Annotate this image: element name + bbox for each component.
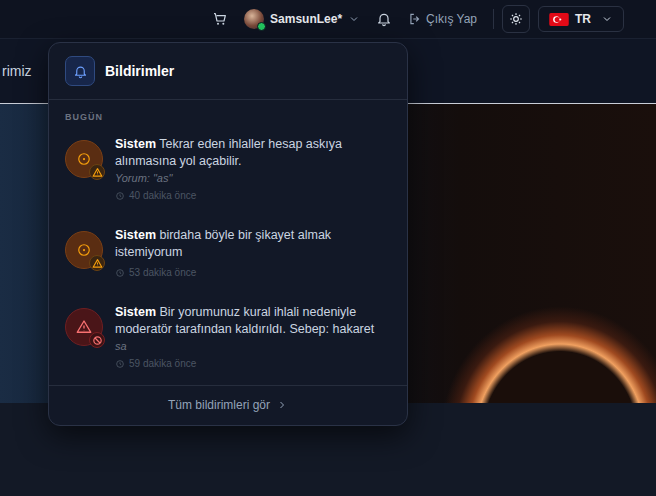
language-code: TR — [575, 12, 591, 26]
clock-icon — [115, 359, 125, 369]
chevron-down-icon — [348, 13, 360, 25]
notification-sender: Sistem — [115, 137, 156, 151]
clock-icon — [115, 191, 125, 201]
page: SamsunLee* Çıkış Yap TR rimiz Bildirimle… — [0, 0, 656, 496]
chevron-down-icon — [601, 13, 613, 25]
notification-time: 59 dakika önce — [115, 358, 391, 369]
cart-icon[interactable] — [212, 11, 228, 27]
dropdown-footer: Tüm bildirimleri gör — [49, 385, 407, 425]
warning-badge-icon — [89, 255, 105, 271]
see-all-link[interactable]: Tüm bildirimleri gör — [168, 398, 288, 412]
notification-body: Sistem Tekrar eden ihlaller hesap askıya… — [115, 136, 391, 201]
notification-comment: sa — [115, 340, 391, 352]
notifications-dropdown: Bildirimler BUGÜN Sistem Tekrar eden ihl… — [48, 42, 408, 426]
turkey-flag-icon — [549, 13, 569, 26]
theme-toggle[interactable] — [502, 5, 530, 33]
section-label: BUGÜN — [49, 100, 407, 128]
notification-message: Sistem birdaha böyle bir şikayet almak i… — [115, 227, 391, 261]
notification-time: 53 dakika önce — [115, 267, 391, 278]
info-circle-icon — [75, 241, 93, 259]
notification-sender: Sistem — [115, 228, 156, 242]
dropdown-header: Bildirimler — [49, 43, 407, 100]
user-menu[interactable]: SamsunLee* — [244, 9, 360, 29]
warning-triangle-icon — [75, 318, 93, 336]
notification-item[interactable]: Sistem Tekrar eden ihlaller hesap askıya… — [49, 128, 407, 209]
avatar — [244, 9, 264, 29]
notification-body: Sistem birdaha böyle bir şikayet almak i… — [115, 227, 391, 278]
logout-icon — [408, 12, 422, 26]
notification-item[interactable]: Sistem birdaha böyle bir şikayet almak i… — [49, 219, 407, 286]
sun-icon — [509, 12, 523, 26]
bell-badge — [65, 56, 95, 86]
language-selector[interactable]: TR — [538, 6, 624, 32]
nav-item[interactable]: rimiz — [2, 63, 32, 79]
top-bar: SamsunLee* Çıkış Yap TR — [0, 0, 656, 39]
notification-body: Sistem Bir yorumunuz kural ihlali nedeni… — [115, 304, 391, 369]
online-dot — [257, 22, 266, 31]
notification-comment: Yorum: "as" — [115, 172, 391, 184]
dropdown-title: Bildirimler — [105, 63, 174, 79]
logout-button[interactable]: Çıkış Yap — [408, 12, 477, 26]
notification-message: Sistem Tekrar eden ihlaller hesap askıya… — [115, 136, 391, 170]
info-circle-icon — [75, 150, 93, 168]
clock-icon — [115, 268, 125, 278]
notification-item[interactable]: Sistem Bir yorumunuz kural ihlali nedeni… — [49, 296, 407, 377]
notification-icon — [65, 231, 103, 269]
ban-badge-icon — [89, 332, 105, 348]
user-name: SamsunLee* — [270, 12, 342, 26]
notification-sender: Sistem — [115, 305, 156, 319]
bell-icon[interactable] — [376, 11, 392, 27]
notification-message: Sistem Bir yorumunuz kural ihlali nedeni… — [115, 304, 391, 338]
bell-icon — [73, 64, 88, 79]
notification-list: Sistem Tekrar eden ihlaller hesap askıya… — [49, 128, 407, 385]
warning-badge-icon — [89, 164, 105, 180]
notification-time: 40 dakika önce — [115, 190, 391, 201]
logout-label: Çıkış Yap — [426, 12, 477, 26]
top-bar-actions: SamsunLee* Çıkış Yap TR — [212, 5, 624, 33]
notification-icon — [65, 308, 103, 346]
notification-icon — [65, 140, 103, 178]
separator — [493, 9, 494, 29]
chevron-right-icon — [276, 399, 288, 411]
